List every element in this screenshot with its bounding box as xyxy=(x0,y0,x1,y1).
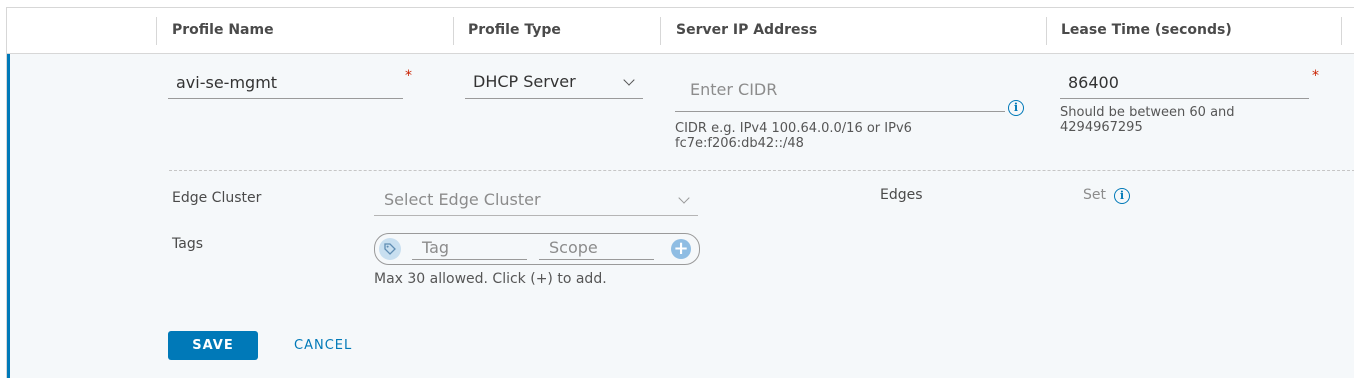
profile-name-underline xyxy=(168,98,403,99)
chevron-down-icon xyxy=(678,192,690,204)
column-header-server-ip[interactable]: Server IP Address xyxy=(661,8,1046,53)
server-ip-help-line-2: fc7e:f206:db42::/48 xyxy=(675,136,804,151)
row-accent-bar xyxy=(7,54,10,378)
add-tag-icon[interactable]: + xyxy=(671,239,691,259)
edge-cluster-label: Edge Cluster xyxy=(172,190,262,206)
scope-input[interactable]: Scope xyxy=(539,237,654,261)
lease-time-underline xyxy=(1060,98,1309,99)
lease-time-input[interactable]: 86400 xyxy=(1060,68,1309,100)
server-ip-underline xyxy=(675,111,1005,112)
lease-time-value: 86400 xyxy=(1068,73,1119,92)
tag-icon xyxy=(379,238,401,260)
cancel-button[interactable]: CANCEL xyxy=(294,331,352,360)
lease-time-required-mark: * xyxy=(1312,68,1319,84)
edge-cluster-select[interactable]: Select Edge Cluster xyxy=(374,186,698,216)
tags-label: Tags xyxy=(172,236,203,252)
profile-type-select[interactable]: DHCP Server xyxy=(465,68,643,100)
edges-set-link[interactable]: Set xyxy=(1083,187,1106,203)
server-ip-info-icon[interactable]: i xyxy=(1008,100,1024,116)
section-divider xyxy=(169,170,1354,171)
column-header-profile-type[interactable]: Profile Type xyxy=(453,8,660,53)
profile-name-value: avi-se-mgmt xyxy=(176,73,278,92)
server-ip-help-text: CIDR e.g. IPv4 100.64.0.0/16 or IPv6 fc7… xyxy=(675,121,912,151)
server-ip-input[interactable]: Enter CIDR xyxy=(675,76,1005,112)
column-separator xyxy=(1341,17,1342,45)
tag-input[interactable]: Tag xyxy=(412,237,527,261)
scope-placeholder: Scope xyxy=(549,238,598,257)
profile-type-underline xyxy=(465,98,643,99)
edge-cluster-placeholder: Select Edge Cluster xyxy=(384,190,541,209)
chevron-down-icon xyxy=(623,74,635,86)
profile-name-input[interactable]: avi-se-mgmt xyxy=(168,68,403,100)
edge-cluster-underline xyxy=(374,215,698,216)
lease-time-help-text: Should be between 60 and 4294967295 xyxy=(1060,105,1235,135)
profile-type-value: DHCP Server xyxy=(473,72,576,91)
dhcp-profile-grid: Profile Name Profile Type Server IP Addr… xyxy=(6,7,1354,378)
save-button[interactable]: SAVE xyxy=(168,331,258,360)
grid-header: Profile Name Profile Type Server IP Addr… xyxy=(7,8,1354,54)
tag-placeholder: Tag xyxy=(422,238,450,257)
column-header-lease-time[interactable]: Lease Time (seconds) xyxy=(1046,8,1341,53)
server-ip-help-line-1: CIDR e.g. IPv4 100.64.0.0/16 or IPv6 xyxy=(675,121,912,136)
tag-underline xyxy=(412,259,527,260)
tags-help-text: Max 30 allowed. Click (+) to add. xyxy=(374,271,607,287)
lease-time-help-line-1: Should be between 60 and xyxy=(1060,105,1235,120)
column-header-profile-name[interactable]: Profile Name xyxy=(157,8,453,53)
profile-name-required-mark: * xyxy=(405,68,412,84)
scope-underline xyxy=(539,259,654,260)
edges-label: Edges xyxy=(880,187,923,203)
tags-input-group: Tag Scope + xyxy=(374,233,700,265)
lease-time-help-line-2: 4294967295 xyxy=(1060,120,1143,135)
server-ip-placeholder: Enter CIDR xyxy=(690,80,778,99)
edges-info-icon[interactable]: i xyxy=(1114,188,1130,204)
